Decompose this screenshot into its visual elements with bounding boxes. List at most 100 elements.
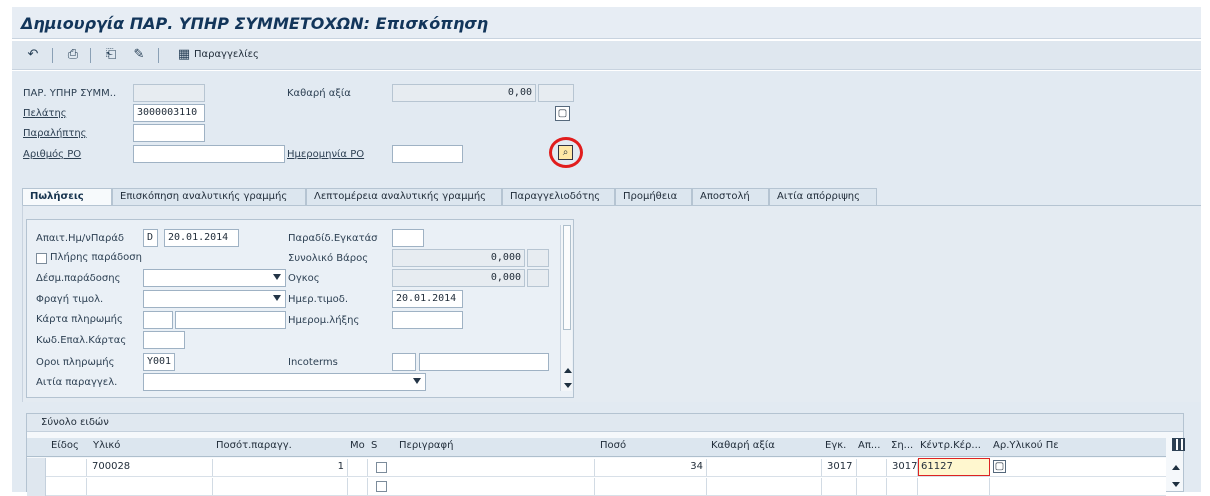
total-weight-field[interactable]: 0,000 (392, 249, 525, 267)
incoterms-location-field[interactable] (419, 353, 549, 371)
column-order-quantity[interactable]: Ποσότ.παραγγ. (216, 440, 292, 451)
payment-card-type-field[interactable] (143, 311, 173, 329)
change-document-icon[interactable]: ✎ (131, 47, 147, 63)
item-cell[interactable] (47, 459, 87, 476)
column-shipping-point[interactable]: Ση... (891, 440, 913, 451)
delivery-block-select[interactable] (143, 269, 286, 287)
display-document-icon[interactable]: ⎗ (103, 47, 119, 63)
column-plant[interactable]: Εγκ. (825, 440, 846, 451)
ship-to-field[interactable] (133, 124, 205, 142)
tab-rejection-reason[interactable]: Αιτία απόρριψης (769, 188, 877, 205)
table-settings-icon[interactable] (1172, 438, 1185, 451)
row-selector[interactable] (27, 477, 46, 496)
card-verification-field[interactable] (143, 331, 185, 349)
column-ap[interactable]: Απ... (858, 440, 880, 451)
payment-card-label: Κάρτα πληρωμής (36, 314, 123, 325)
tab-item-overview[interactable]: Επισκόπηση αναλυτικής γραμμής (112, 188, 306, 205)
plant-cell[interactable] (824, 478, 857, 495)
description-cell[interactable] (394, 478, 595, 495)
scroll-up-icon[interactable] (564, 368, 572, 373)
column-material[interactable]: Υλικό (93, 440, 120, 451)
weight-unit-field[interactable] (527, 249, 549, 267)
material-cell[interactable]: 700028 (89, 459, 213, 476)
payment-terms-field[interactable]: Y001 (143, 353, 175, 371)
po-number-label[interactable]: Αριθμός PO (23, 149, 81, 160)
net-value-cell[interactable] (709, 459, 822, 476)
shipping-point-cell[interactable]: 3017 (889, 459, 918, 476)
row-selector[interactable] (27, 458, 46, 477)
req-delivery-type-field[interactable]: D (143, 229, 158, 247)
ap-cell[interactable] (858, 478, 887, 495)
ship-to-label[interactable]: Παραλήπτης (23, 128, 87, 139)
po-date-field[interactable] (392, 145, 463, 163)
back-icon[interactable]: ↶ (25, 47, 41, 63)
expiry-date-field[interactable] (392, 311, 463, 329)
po-date-label[interactable]: Ημερομηνία PO (287, 149, 364, 160)
column-profit-center[interactable]: Κέντρ.Κέρ... (920, 440, 981, 451)
panel-scrollbar[interactable] (560, 225, 572, 391)
scroll-down-icon[interactable] (564, 383, 572, 388)
billing-date-field[interactable]: 20.01.2014 (392, 290, 463, 308)
plant-cell[interactable]: 3017 (824, 459, 857, 476)
status-checkbox[interactable] (376, 481, 387, 492)
unit-cell[interactable] (350, 459, 368, 476)
table-scroll-up-icon[interactable] (1172, 465, 1180, 470)
quantity-cell[interactable] (215, 478, 348, 495)
amount-cell[interactable] (597, 478, 707, 495)
doc-type-field[interactable] (133, 84, 205, 102)
tab-procurement[interactable]: Προμήθεια (615, 188, 692, 205)
column-unit[interactable]: Μο (350, 440, 365, 451)
column-amount[interactable]: Ποσό (600, 440, 626, 451)
payment-card-field[interactable] (175, 311, 286, 329)
profit-center-field[interactable]: 61127 (918, 458, 990, 476)
item-cell[interactable] (47, 478, 87, 495)
amount-cell[interactable]: 34 (597, 459, 707, 476)
column-net-value[interactable]: Καθαρή αξία (711, 440, 775, 451)
tab-item-detail[interactable]: Λεπτομέρεια αναλυτικής γραμμής (306, 188, 502, 205)
unit-cell[interactable] (350, 478, 368, 495)
table-scroll-down-icon[interactable] (1172, 482, 1180, 487)
tab-shipping[interactable]: Αποστολή (692, 188, 769, 205)
tab-sales[interactable]: Πωλήσεις (22, 188, 112, 205)
quantity-cell[interactable]: 1 (215, 459, 348, 476)
order-reason-select[interactable] (143, 373, 426, 391)
document-icon[interactable]: ▢ (993, 460, 1006, 473)
table-row[interactable]: 700028 1 34 3017 3017 ▢ (27, 458, 1180, 477)
chevron-down-icon (273, 274, 281, 280)
column-s[interactable]: S (371, 440, 377, 451)
print-icon[interactable]: ⎙ (65, 47, 81, 63)
toolbar-separator (52, 48, 53, 63)
scrollbar-thumb[interactable] (563, 225, 571, 330)
document-icon[interactable]: ▢ (555, 106, 570, 121)
toolbar-separator (158, 48, 159, 63)
currency-field[interactable] (538, 84, 574, 102)
full-delivery-checkbox[interactable] (36, 253, 47, 264)
customer-field[interactable]: 3000003110 (133, 104, 205, 122)
net-value-field[interactable]: 0,00 (392, 84, 536, 102)
req-delivery-date-field[interactable]: 20.01.2014 (164, 229, 239, 247)
tab-ordering-party[interactable]: Παραγγελιοδότης (502, 188, 615, 205)
profit-center-cell[interactable] (920, 478, 990, 495)
orders-button[interactable]: Παραγγελίες (194, 49, 259, 60)
shipping-point-cell[interactable] (889, 478, 918, 495)
volume-field[interactable]: 0,000 (392, 269, 525, 287)
status-checkbox[interactable] (376, 462, 387, 473)
billing-block-select[interactable] (143, 290, 286, 308)
net-value-cell[interactable] (709, 478, 822, 495)
table-row[interactable] (27, 477, 1180, 496)
page-title: Δημιουργία ΠΑΡ. ΥΠΗΡ ΣΥΜΜΕΤΟΧΩΝ: Επισκόπ… (21, 14, 489, 33)
po-number-field[interactable] (133, 145, 285, 163)
description-cell[interactable] (394, 459, 595, 476)
volume-unit-field[interactable] (527, 269, 549, 287)
billing-block-label: Φραγή τιμολ. (36, 294, 104, 305)
material-cell[interactable] (89, 478, 213, 495)
req-delivery-label: Απαιτ.Ημ/νΠαράδ (36, 233, 125, 244)
column-description[interactable]: Περιγραφή (399, 440, 453, 451)
table-icon[interactable]: ▦ (176, 47, 192, 63)
column-material-number[interactable]: Αρ.Υλικού Πε (993, 440, 1059, 451)
customer-label[interactable]: Πελάτης (23, 108, 67, 119)
delivering-plant-field[interactable] (392, 229, 424, 247)
column-item[interactable]: Είδος (51, 440, 79, 451)
ap-cell[interactable] (858, 459, 887, 476)
incoterms-code-field[interactable] (392, 353, 416, 371)
